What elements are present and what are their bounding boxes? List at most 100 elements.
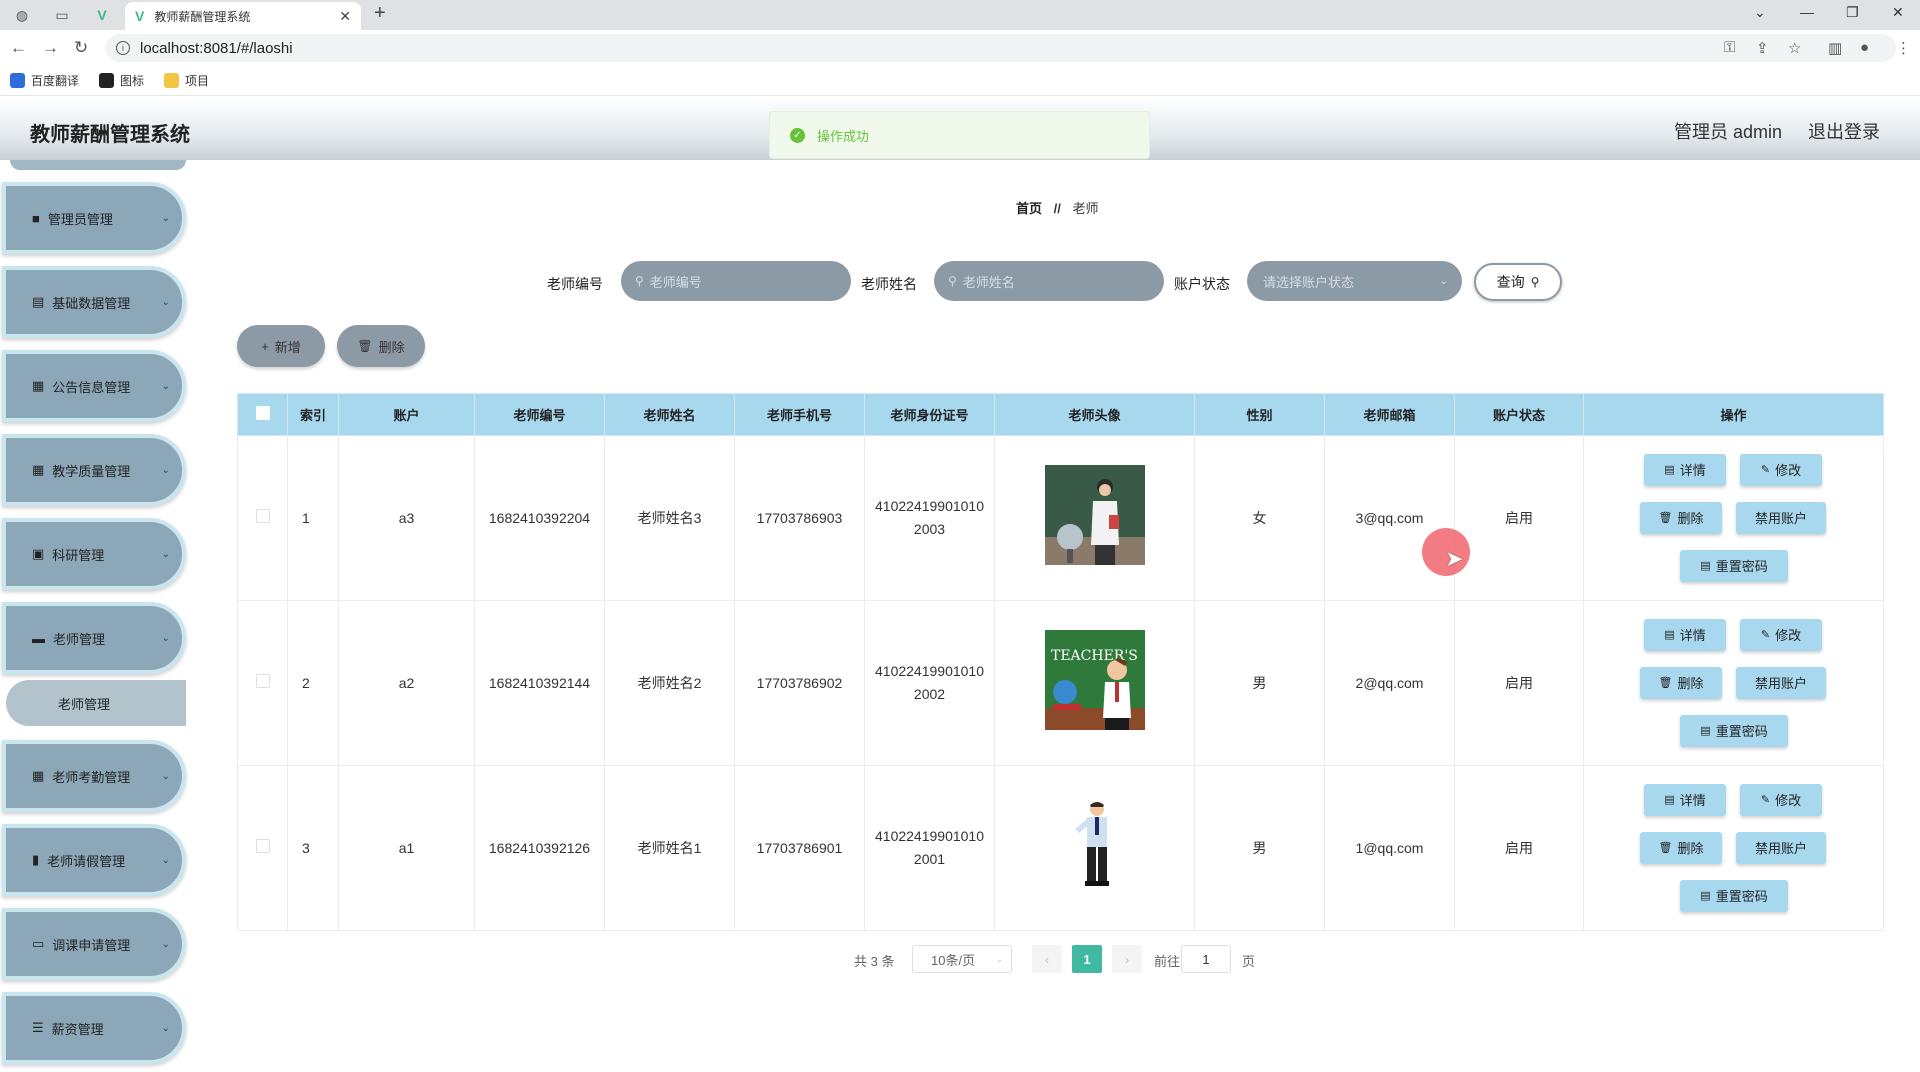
cell-id-card: 410224199010102002: [864, 600, 995, 766]
current-page-button[interactable]: 1: [1072, 945, 1102, 973]
col-avatar: 老师头像: [994, 393, 1195, 436]
cell-account: a1: [338, 765, 475, 931]
select-all-checkbox[interactable]: [255, 406, 270, 420]
disable-account-button[interactable]: 禁用账户: [1736, 667, 1826, 699]
profile-icon[interactable]: ●: [1860, 39, 1869, 56]
cell-id-card: 410224199010102003: [864, 435, 995, 601]
teacher-avatar[interactable]: [1044, 464, 1145, 565]
delete-button[interactable]: 🗑 删除: [1640, 667, 1722, 699]
star-icon[interactable]: ☆: [1788, 39, 1801, 57]
close-icon[interactable]: ✕: [339, 8, 351, 25]
page-size-select[interactable]: 10条/页 ⌄: [912, 945, 1012, 973]
delete-button[interactable]: 🗑 删除: [1640, 832, 1722, 864]
delete-button[interactable]: 🗑 删除: [1640, 502, 1722, 534]
edit-button[interactable]: ✎ 修改: [1740, 619, 1822, 651]
sidebar-item-admin[interactable]: ■ 管理员管理 ⌄: [2, 182, 186, 254]
row-checkbox-cell: [237, 435, 288, 601]
reset-password-button[interactable]: ▤ 重置密码: [1680, 550, 1788, 582]
sidebar-item-research[interactable]: ▣ 科研管理 ⌄: [2, 518, 186, 590]
cell-email: 2@qq.com: [1324, 600, 1455, 766]
disable-account-button[interactable]: 禁用账户: [1736, 832, 1826, 864]
cell-email: 3@qq.com: [1324, 435, 1455, 601]
tab-placeholder-icon[interactable]: ▭: [48, 4, 76, 26]
teacher-no-input[interactable]: ⚲ 老师编号: [621, 261, 851, 301]
row-checkbox[interactable]: [255, 508, 270, 523]
key-icon[interactable]: ⚿: [1724, 39, 1735, 56]
browser-tab-bar: ◍ ▭ V V 教师薪酬管理系统 ✕ + ⌄ — ❐ ✕: [0, 0, 1920, 30]
sidebar-item-salary[interactable]: ☰ 薪资管理 ⌄: [2, 992, 186, 1064]
edit-button[interactable]: ✎ 修改: [1740, 784, 1822, 816]
reset-password-button[interactable]: ▤ 重置密码: [1680, 715, 1788, 747]
breadcrumb-home[interactable]: 首页: [1016, 201, 1042, 216]
info-icon[interactable]: i: [116, 41, 130, 55]
chevron-down-icon[interactable]: ⌄: [1754, 4, 1766, 21]
sidebar-item-notice[interactable]: ▦ 公告信息管理 ⌄: [2, 350, 186, 422]
col-ops: 操作: [1583, 393, 1884, 436]
sidebar-item-course-change[interactable]: ▭ 调课申请管理 ⌄: [2, 908, 186, 980]
sidebar-top-stub: [10, 160, 186, 170]
chevron-left-icon: ‹: [1044, 951, 1050, 967]
cell-phone: 17703786901: [734, 765, 865, 931]
cell-name: 老师姓名2: [604, 600, 735, 766]
globe-icon[interactable]: ◍: [8, 4, 36, 26]
reload-icon[interactable]: ↻: [74, 38, 88, 58]
batch-delete-button[interactable]: 🗑 删除: [337, 325, 425, 367]
sidebar-item-basic-data[interactable]: ▤ 基础数据管理 ⌄: [2, 266, 186, 338]
disable-account-button[interactable]: 禁用账户: [1736, 502, 1826, 534]
page-jump-input[interactable]: 1: [1181, 945, 1231, 973]
status-select[interactable]: 请选择账户状态 ⌄: [1247, 261, 1462, 301]
reset-password-button[interactable]: ▤ 重置密码: [1680, 880, 1788, 912]
sidebar-item-attendance[interactable]: ▦ 老师考勤管理 ⌄: [2, 740, 186, 812]
success-toast: ✓ 操作成功: [769, 111, 1150, 159]
detail-button[interactable]: ▤ 详情: [1644, 454, 1726, 486]
menu-dots-icon[interactable]: ⋮: [1896, 39, 1911, 57]
vue-logo-icon[interactable]: V: [88, 4, 116, 26]
logout-link[interactable]: 退出登录: [1808, 118, 1880, 144]
document-icon: ▤: [1664, 463, 1675, 476]
grid-icon: ▦: [32, 462, 45, 477]
query-button[interactable]: 查询 ⚲: [1474, 263, 1562, 301]
col-account: 账户: [338, 393, 475, 436]
edit-button[interactable]: ✎ 修改: [1740, 454, 1822, 486]
sidebar-item-teaching-quality[interactable]: ▦ 教学质量管理 ⌄: [2, 434, 186, 506]
table-row: 2 a2 1682410392144 老师姓名2 17703786902 410…: [237, 600, 1884, 766]
document-icon: ▤: [1700, 724, 1711, 737]
briefcase-icon: ■: [32, 210, 40, 226]
forward-icon[interactable]: →: [42, 38, 59, 58]
chevron-down-icon: ⌄: [161, 632, 170, 644]
row-checkbox[interactable]: [255, 838, 270, 853]
add-button[interactable]: + 新增: [237, 325, 325, 367]
search-icon: ⚲: [635, 274, 644, 288]
cell-account: a3: [338, 435, 475, 601]
row-checkbox[interactable]: [255, 673, 270, 688]
browser-tab-active[interactable]: V 教师薪酬管理系统 ✕: [125, 2, 361, 30]
chart-icon: ▮: [32, 852, 40, 867]
sidebar-toggle-icon[interactable]: ▥: [1828, 39, 1842, 57]
bookmark-icons[interactable]: 图标: [99, 72, 144, 89]
submenu-item-teacher[interactable]: 老师管理: [6, 680, 186, 726]
sidebar: ■ 管理员管理 ⌄ ▤ 基础数据管理 ⌄ ▦ 公告信息管理 ⌄ ▦ 教学质量管理…: [0, 160, 196, 1072]
teacher-name-input[interactable]: ⚲ 老师姓名: [934, 261, 1164, 301]
bookmark-project[interactable]: 项目: [164, 72, 209, 89]
cell-email: 1@qq.com: [1324, 765, 1455, 931]
pagination-total: 共 3 条: [854, 954, 895, 969]
sidebar-item-leave[interactable]: ▮ 老师请假管理 ⌄: [2, 824, 186, 896]
share-icon[interactable]: ⇪: [1756, 39, 1769, 57]
detail-button[interactable]: ▤ 详情: [1644, 619, 1726, 651]
window-close-icon[interactable]: ✕: [1892, 4, 1904, 21]
prev-page-button[interactable]: ‹: [1032, 945, 1062, 973]
restore-icon[interactable]: ❐: [1846, 4, 1859, 21]
row-checkbox-cell: [237, 765, 288, 931]
pagination: 共 3 条 10条/页 ⌄ ‹ 1 › 前往 1 页: [196, 944, 1920, 974]
bookmark-baidu-translate[interactable]: 百度翻译: [10, 72, 79, 89]
sidebar-item-teacher[interactable]: ▬ 老师管理 ⌄: [2, 602, 186, 674]
minimize-icon[interactable]: —: [1800, 4, 1814, 20]
url-input[interactable]: i localhost:8081/#/laoshi: [106, 34, 1896, 62]
select-all-cell: [237, 393, 288, 436]
new-tab-icon[interactable]: +: [374, 2, 386, 25]
teacher-avatar[interactable]: TEACHER'S: [1044, 629, 1145, 730]
teacher-avatar[interactable]: [1044, 794, 1145, 895]
back-icon[interactable]: ←: [10, 38, 27, 58]
next-page-button[interactable]: ›: [1112, 945, 1142, 973]
detail-button[interactable]: ▤ 详情: [1644, 784, 1726, 816]
